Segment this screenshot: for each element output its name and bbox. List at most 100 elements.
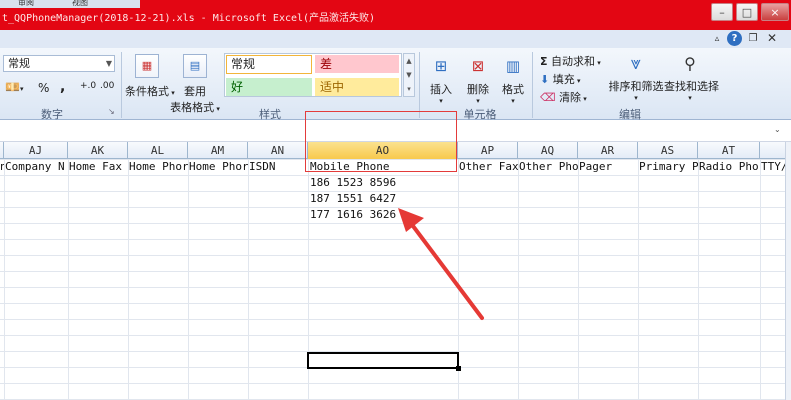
eraser-icon: ⌫ [540, 91, 556, 104]
restore-icon[interactable]: ❐ [746, 32, 760, 46]
gridline [68, 159, 69, 400]
header-cell-pager[interactable]: Pager [579, 159, 638, 175]
minimize-button[interactable]: – [711, 3, 733, 21]
format-label: 格式 [502, 83, 524, 96]
delete-label: 删除 [467, 83, 489, 96]
insert-label: 插入 [430, 83, 452, 96]
conditional-format-icon: ▦ [135, 54, 159, 78]
clear-label: 清除 [559, 91, 582, 104]
gridline [4, 159, 5, 400]
percent-button[interactable]: % [38, 81, 49, 95]
gridline [188, 159, 189, 400]
find-select-button[interactable]: ⚲ 查找和选择 ▾ [664, 52, 719, 102]
sort-filter-icon: ⩔ [630, 53, 642, 74]
insert-icon: ⊞ [434, 57, 448, 75]
phone-cell[interactable]: 186 1523 8596 [310, 175, 456, 191]
header-cell-home-fax[interactable]: Home Fax [69, 159, 128, 175]
header-cell-tty[interactable]: TTY/ [761, 159, 785, 175]
gallery-scroll[interactable]: ▲ ▼ ▾ [403, 53, 415, 97]
binoculars-icon: ⚲ [684, 54, 696, 73]
column-header-an[interactable]: AN [248, 142, 308, 159]
column-header-ar[interactable]: AR [578, 142, 638, 159]
column-header-ap[interactable]: AP [458, 142, 518, 159]
find-select-label: 查找和选择 [664, 80, 719, 93]
column-header-au[interactable] [760, 142, 785, 159]
column-header-at[interactable]: AT [698, 142, 760, 159]
gridline [518, 159, 519, 400]
header-cell-radio-phone[interactable]: Radio Pho [699, 159, 760, 175]
increase-decimal-button[interactable]: +.0 [80, 81, 96, 91]
minimize-ribbon-icon[interactable]: ▵ [710, 32, 724, 46]
menu-strip: 审阅 视图 [0, 0, 140, 8]
help-icon[interactable]: ? [727, 31, 742, 46]
number-format-value: 常规 [8, 57, 30, 70]
header-cell-home-phone-2[interactable]: Home Phor [189, 159, 248, 175]
gridline [128, 159, 129, 400]
format-as-table-button[interactable]: ▤ 套用 表格格式 ▾ [170, 54, 220, 115]
column-header-aq[interactable]: AQ [518, 142, 578, 159]
header-cell-other-fax[interactable]: Other Fax [459, 159, 518, 175]
window-title: t_QQPhoneManager(2018-12-21).xls - Micro… [2, 13, 376, 24]
sigma-icon: Σ [540, 55, 548, 68]
currency-button[interactable]: 💴▾ [5, 80, 23, 94]
annotation-arrow [398, 208, 484, 320]
header-cell-home-phone[interactable]: Home Phor [129, 159, 188, 175]
column-header-as[interactable]: AS [638, 142, 698, 159]
conditional-format-button[interactable]: ▦ 条件格式 ▾ [125, 54, 175, 99]
sort-filter-label: 排序和筛选 [608, 80, 664, 93]
conditional-format-label: 条件格式 [125, 85, 169, 98]
ribbon-separator [121, 52, 122, 118]
style-bad[interactable]: 差 [315, 55, 399, 73]
gridline [760, 159, 761, 400]
gridline [578, 159, 579, 400]
table-format-icon: ▤ [183, 54, 207, 78]
style-neutral[interactable]: 适中 [315, 78, 399, 96]
fill-label: 填充 [552, 73, 575, 86]
vertical-scrollbar[interactable] [785, 142, 791, 400]
sort-filter-button[interactable]: ⩔ 排序和筛选 ▾ [608, 52, 664, 102]
chevron-down-icon: ▼ [105, 59, 112, 68]
fill-handle[interactable] [456, 366, 461, 371]
insert-button[interactable]: ⊞ 插入 ▾ [425, 54, 457, 105]
close-button[interactable]: × [761, 3, 789, 21]
gridline [248, 159, 249, 400]
header-cell-prefix[interactable]: ne [0, 159, 4, 175]
highlight-box [305, 111, 457, 172]
style-good[interactable]: 好 [226, 78, 312, 96]
column-header-am[interactable]: AM [188, 142, 248, 159]
ribbon-separator [532, 52, 533, 118]
header-cell-isdn[interactable]: ISDN [249, 159, 308, 175]
dialog-launcher-icon[interactable]: ↘ [108, 107, 115, 116]
maximize-button[interactable]: □ [736, 3, 758, 21]
format-icon: ▥ [505, 57, 521, 75]
format-button[interactable]: ▥ 格式 ▾ [497, 54, 529, 105]
autosum-button[interactable]: Σ 自动求和 ▾ [540, 53, 601, 69]
active-cell-selection[interactable] [307, 352, 459, 369]
column-header-aj[interactable]: AJ [4, 142, 68, 159]
number-format-select[interactable]: 常规 ▼ [3, 55, 115, 72]
ribbon-tab-strip [0, 30, 791, 48]
gridline [698, 159, 699, 400]
comma-button[interactable]: , [60, 79, 65, 95]
table-format-label-1: 套用 [184, 85, 206, 98]
header-cell-primary-phone[interactable]: Primary P [639, 159, 698, 175]
column-header-al[interactable]: AL [128, 142, 188, 159]
menu-view[interactable]: 视图 [72, 0, 88, 7]
clear-button[interactable]: ⌫ 清除 ▾ [540, 89, 587, 105]
decrease-decimal-button[interactable]: .00 [100, 81, 114, 91]
table-format-label-2: 表格格式 [170, 101, 215, 114]
ribbon-separator [419, 52, 420, 118]
style-normal[interactable]: 常规 [226, 55, 312, 74]
header-cell-company[interactable]: Company N [5, 159, 68, 175]
fill-down-icon: ⬇ [540, 73, 550, 86]
delete-button[interactable]: ⊠ 删除 ▾ [462, 54, 494, 105]
header-cell-other-phone[interactable]: Other Pho [519, 159, 578, 175]
currency-icon: 💴 [5, 80, 20, 94]
close-workbook-icon[interactable]: ✕ [765, 31, 779, 45]
column-header-ak[interactable]: AK [68, 142, 128, 159]
gridline [638, 159, 639, 400]
menu-review[interactable]: 审阅 [18, 0, 34, 7]
expand-formula-icon[interactable]: ⌄ [774, 125, 781, 134]
fill-button[interactable]: ⬇ 填充 ▾ [540, 71, 580, 87]
delete-icon: ⊠ [471, 57, 485, 75]
